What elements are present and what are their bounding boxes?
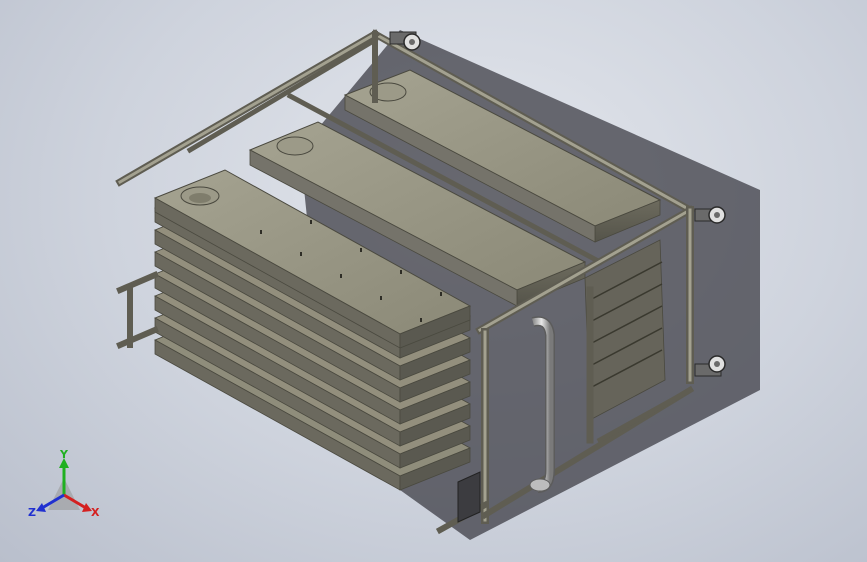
cad-model-view[interactable]: Y X Z	[0, 0, 867, 562]
axis-label-y: Y	[59, 448, 69, 461]
axis-triad: Y X Z	[28, 448, 100, 519]
axis-label-z: Z	[28, 506, 36, 519]
cad-viewport[interactable]: Y X Z	[0, 0, 867, 562]
axis-label-x: X	[91, 506, 100, 519]
